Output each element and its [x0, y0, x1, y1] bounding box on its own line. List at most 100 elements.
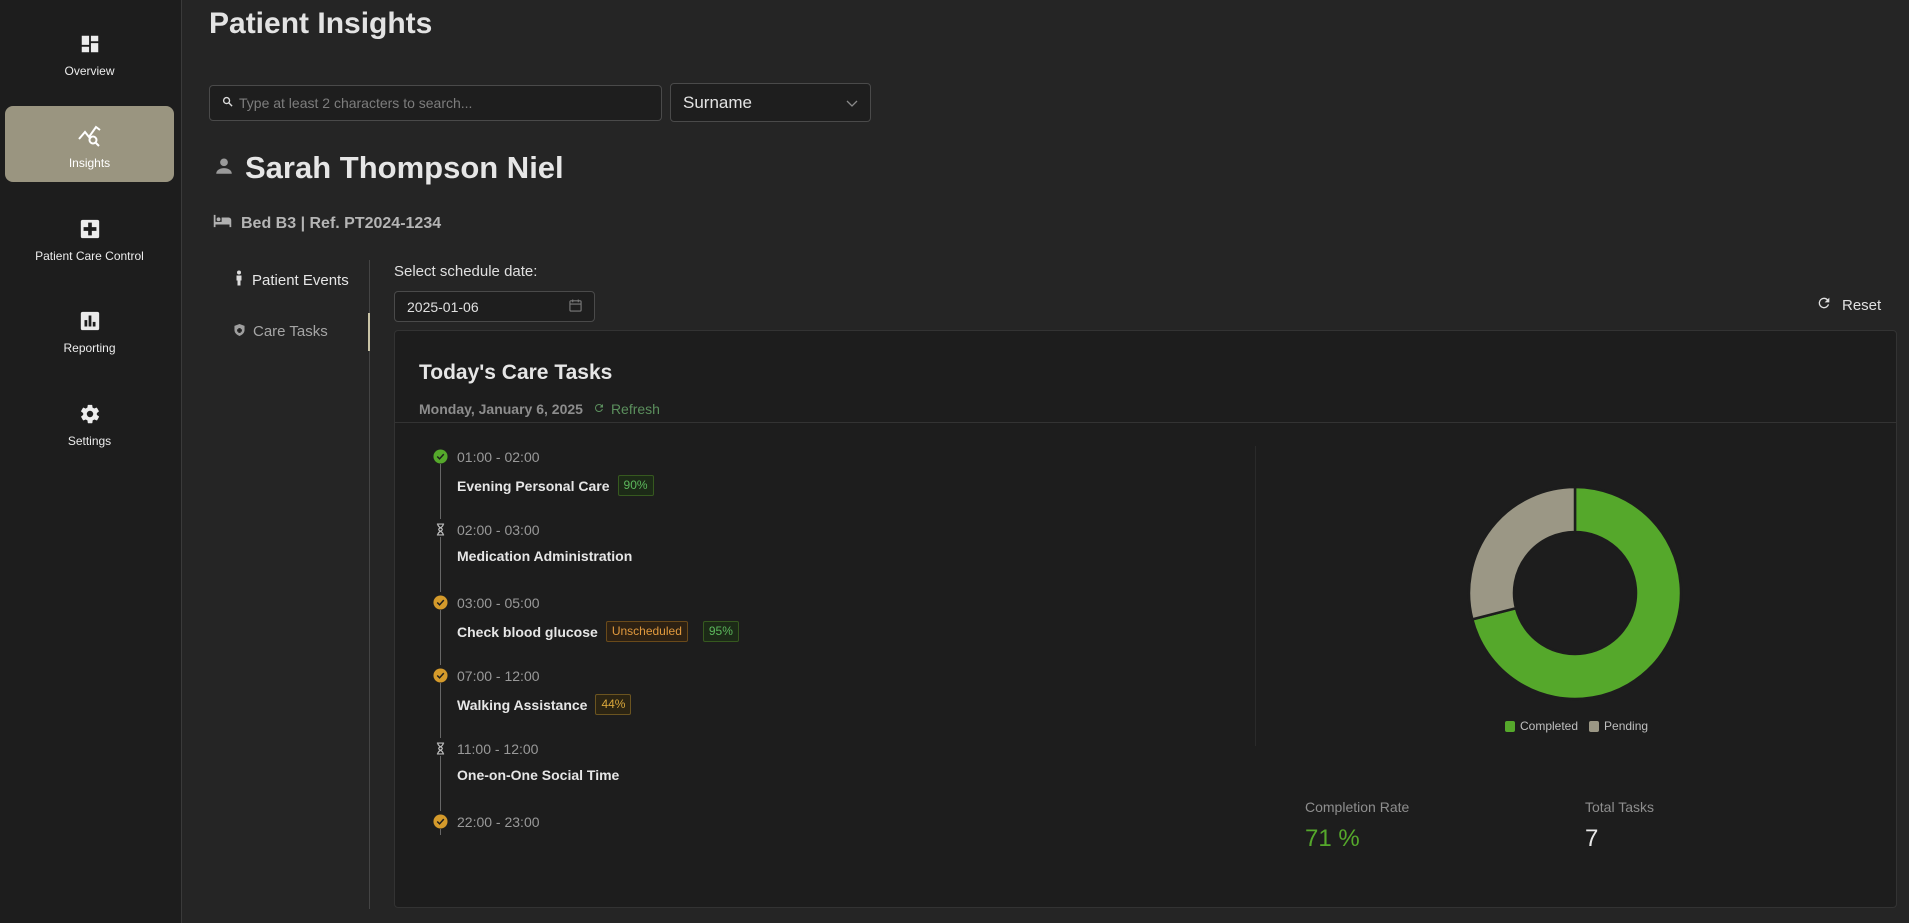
- bar-chart-icon: [79, 309, 101, 333]
- refresh-label: Refresh: [610, 401, 660, 417]
- task-title: Evening Personal Care: [457, 477, 610, 494]
- task-title-row: Evening Personal Care 90%: [457, 475, 654, 496]
- task-title-row: Medication Administration: [457, 548, 632, 564]
- person-icon: [234, 270, 244, 290]
- check-circle-icon: [433, 668, 448, 683]
- card-title: Today's Care Tasks: [419, 361, 613, 384]
- subnav-label: Patient Events: [252, 271, 349, 289]
- reset-button[interactable]: Reset: [1816, 295, 1881, 315]
- total-tasks-stat: Total Tasks 7: [1585, 799, 1654, 853]
- column-divider: [1255, 446, 1256, 746]
- timeline-item[interactable]: 01:00 - 02:00 Evening Personal Care 90%: [425, 446, 1225, 519]
- patient-subnav: Patient Events Care Tasks: [220, 260, 370, 909]
- task-time: 02:00 - 03:00: [457, 522, 540, 538]
- reset-label: Reset: [1842, 296, 1882, 314]
- check-circle-icon: [433, 814, 448, 829]
- sidebar-item-settings[interactable]: Settings: [5, 384, 174, 460]
- card-subheader: Monday, January 6, 2025 Refresh: [419, 401, 660, 417]
- timeline-item[interactable]: 22:00 - 23:00: [425, 811, 1225, 884]
- sidebar-item-insights[interactable]: Insights: [5, 106, 174, 182]
- task-timeline: 01:00 - 02:00 Evening Personal Care 90% …: [425, 446, 1225, 896]
- sidebar-item-label: Patient Care Control: [35, 249, 144, 263]
- stat-label: Total Tasks: [1585, 799, 1654, 815]
- task-time: 11:00 - 12:00: [457, 741, 539, 757]
- donut-slice-pending[interactable]: [1467, 485, 1577, 621]
- check-circle-icon: [433, 595, 448, 610]
- schedule-date-label: Select schedule date:: [394, 263, 538, 280]
- task-title: Walking Assistance: [457, 696, 588, 713]
- shield-icon: [234, 323, 245, 340]
- bed-info: Bed B3 | Ref. PT2024-1234: [212, 213, 441, 234]
- dashboard-icon: [79, 32, 101, 56]
- care-tasks-card: Today's Care Tasks Monday, January 6, 20…: [394, 330, 1897, 908]
- search-field-select[interactable]: Surname: [670, 83, 871, 122]
- completion-rate-stat: Completion Rate 71 %: [1305, 799, 1409, 853]
- chevron-down-icon: [846, 93, 858, 113]
- sidebar-item-label: Overview: [64, 64, 115, 78]
- search-box[interactable]: [209, 85, 662, 121]
- chart-legend: Completed Pending: [1505, 719, 1659, 733]
- medical-cross-icon: [79, 217, 101, 241]
- person-icon: [213, 155, 235, 182]
- task-time: 22:00 - 23:00: [457, 814, 540, 830]
- task-title-row: One-on-One Social Time: [457, 767, 619, 783]
- stat-label: Completion Rate: [1305, 799, 1410, 815]
- bed-icon: [212, 213, 233, 234]
- legend-swatch: [1589, 720, 1600, 732]
- stat-value: 71 %: [1305, 825, 1360, 852]
- insights-icon: [77, 124, 103, 148]
- completion-tag: 90%: [617, 475, 654, 496]
- task-title: Medication Administration: [457, 548, 633, 564]
- completion-tag: 95%: [702, 621, 739, 642]
- timeline-item[interactable]: 07:00 - 12:00 Walking Assistance 44%: [425, 665, 1225, 738]
- stat-value: 7: [1585, 825, 1599, 852]
- hourglass-icon: [433, 522, 448, 537]
- page-title: Patient Insights: [209, 7, 433, 40]
- calendar-icon[interactable]: [569, 298, 582, 315]
- gear-icon: [79, 402, 101, 426]
- subnav-label: Care Tasks: [253, 323, 328, 340]
- task-title-row: Check blood glucose Unscheduled 95%: [457, 621, 739, 642]
- task-title-row: Walking Assistance 44%: [457, 694, 632, 715]
- subnav-item-patient-events[interactable]: Patient Events: [234, 270, 349, 290]
- bed-ref-text: Bed B3 | Ref. PT2024-1234: [241, 214, 442, 232]
- search-input[interactable]: [239, 95, 659, 111]
- task-time: 07:00 - 12:00: [457, 668, 540, 684]
- completion-tag: 44%: [595, 694, 632, 715]
- unscheduled-tag: Unscheduled: [605, 621, 688, 642]
- schedule-date-input[interactable]: 2025-01-06: [394, 291, 595, 322]
- legend-item-completed[interactable]: Completed: [1505, 719, 1578, 733]
- sidebar: Overview Insights Patient Care Control R…: [0, 0, 182, 923]
- task-title: Check blood glucose: [457, 623, 598, 640]
- patient-name: Sarah Thompson Niel: [245, 150, 564, 185]
- legend-label: Completed: [1520, 719, 1579, 733]
- sidebar-item-reporting[interactable]: Reporting: [5, 291, 174, 367]
- card-date: Monday, January 6, 2025: [419, 401, 583, 417]
- task-time: 03:00 - 05:00: [457, 595, 540, 611]
- timeline-item[interactable]: 11:00 - 12:00 One-on-One Social Time: [425, 738, 1225, 811]
- check-circle-icon: [433, 449, 448, 464]
- timeline-item[interactable]: 02:00 - 03:00 Medication Administration: [425, 519, 1225, 592]
- task-title: One-on-One Social Time: [457, 767, 620, 783]
- refresh-button[interactable]: Refresh: [593, 401, 660, 417]
- subnav-active-indicator: [368, 313, 370, 351]
- legend-item-pending[interactable]: Pending: [1589, 719, 1648, 733]
- timeline-item[interactable]: 03:00 - 05:00 Check blood glucose Unsche…: [425, 592, 1225, 665]
- search-field-select-value: Surname: [683, 92, 752, 112]
- sidebar-item-overview[interactable]: Overview: [5, 14, 174, 90]
- sidebar-item-label: Settings: [67, 434, 112, 448]
- divider: [395, 422, 1896, 423]
- refresh-icon: [1816, 295, 1832, 315]
- refresh-icon: [593, 401, 605, 417]
- schedule-date-value: 2025-01-06: [407, 298, 479, 315]
- sidebar-item-label: Insights: [68, 156, 111, 170]
- legend-label: Pending: [1604, 719, 1649, 733]
- hourglass-icon: [433, 741, 448, 756]
- completion-donut-chart: [1467, 485, 1683, 701]
- legend-swatch: [1505, 720, 1515, 732]
- sidebar-item-patient-care-control[interactable]: Patient Care Control: [5, 199, 174, 275]
- subnav-item-care-tasks[interactable]: Care Tasks: [234, 323, 328, 340]
- patient-header: Sarah Thompson Niel: [213, 150, 564, 186]
- sidebar-item-label: Reporting: [63, 341, 116, 355]
- task-time: 01:00 - 02:00: [457, 449, 540, 465]
